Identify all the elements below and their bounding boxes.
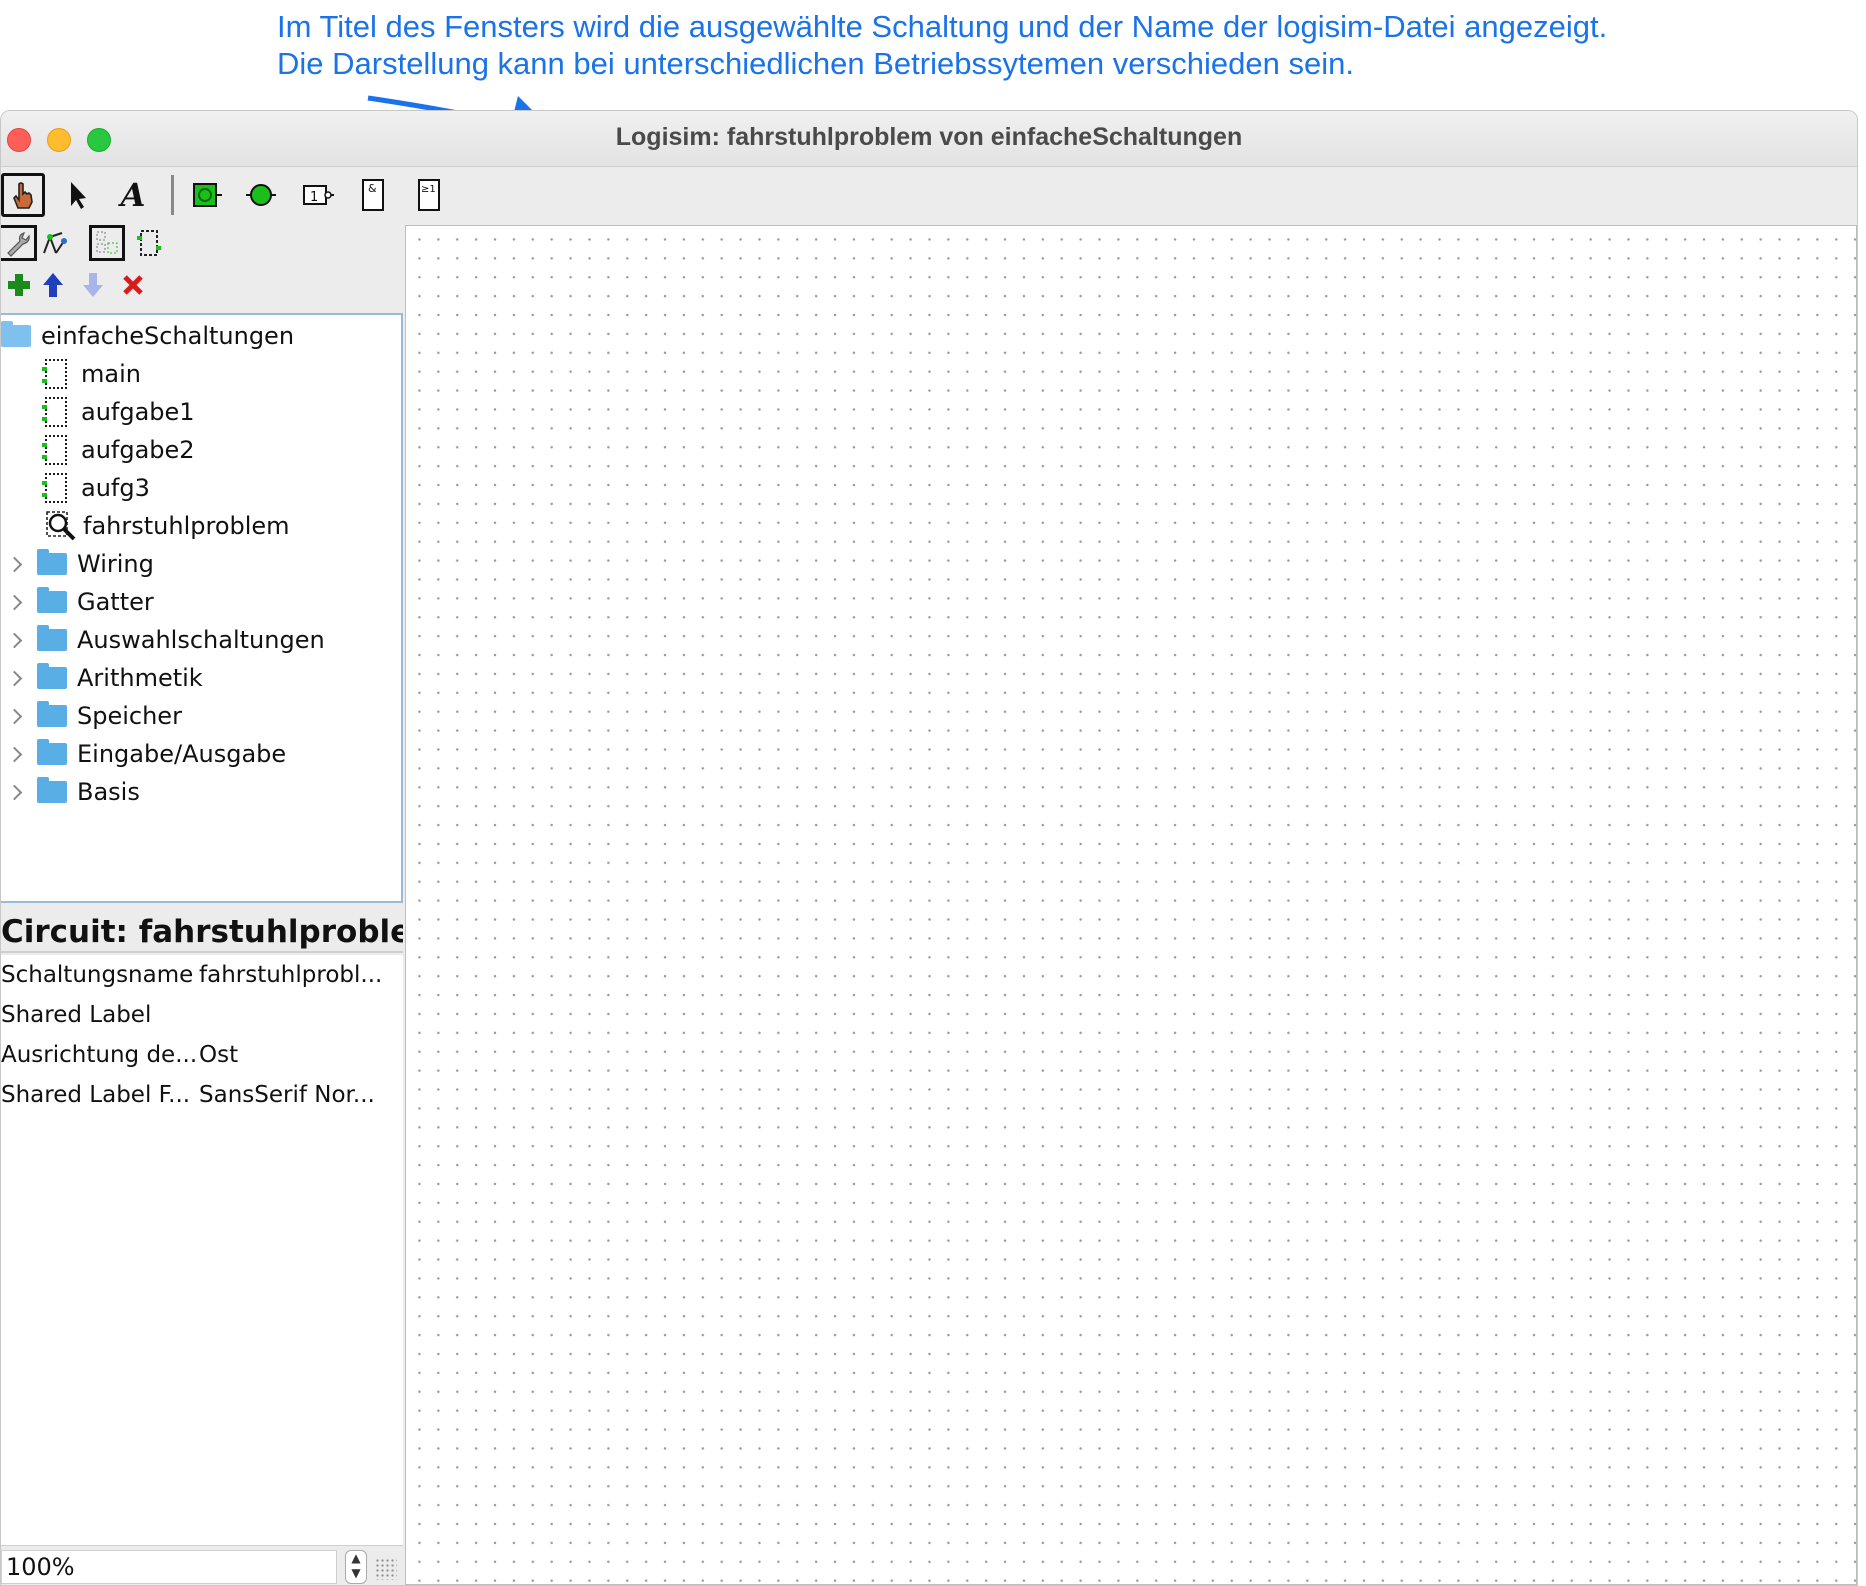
zoom-bar: 100% ▲ ▼ (1, 1545, 403, 1585)
text-a-icon: A (120, 176, 146, 214)
circuit-icon (42, 435, 67, 465)
or-gate-button[interactable]: ≥1 (407, 173, 451, 217)
view-toolbar (1, 223, 403, 263)
or-gate-icon: ≥1 (418, 179, 440, 211)
grid-toggle-icon[interactable] (375, 1558, 397, 1580)
folder-icon (37, 663, 67, 689)
output-pin-button[interactable] (239, 173, 283, 217)
simulation-view-button[interactable] (37, 225, 73, 261)
arrow-cursor-icon (71, 182, 86, 209)
circuit-icon (42, 473, 67, 503)
attribute-row-facing[interactable]: Ausrichtung de... Ost (1, 1035, 403, 1075)
annotation-line-2: Die Darstellung kann bei unterschiedlich… (277, 46, 1354, 81)
tree-library-wiring[interactable]: Wiring (1, 545, 154, 583)
project-edit-toolbar (1, 265, 403, 305)
title-bar[interactable]: Logisim: fahrstuhlproblem von einfacheSc… (1, 111, 1857, 167)
hand-icon (13, 182, 33, 209)
wrench-icon (6, 232, 30, 257)
tree-circuit-aufgabe2[interactable]: aufgabe2 (42, 431, 195, 469)
circuit-icon (42, 359, 67, 389)
chevron-right-icon[interactable] (7, 697, 21, 735)
move-down-button[interactable] (75, 267, 111, 303)
folder-icon (37, 625, 67, 651)
layout-view-button[interactable] (89, 225, 125, 261)
close-icon (123, 275, 143, 295)
output-pin-icon (246, 184, 276, 206)
input-pin-icon (193, 183, 222, 207)
and-gate-button[interactable]: & (351, 173, 395, 217)
delete-circuit-button[interactable] (115, 267, 151, 303)
chevron-up-icon[interactable]: ▲ (346, 1551, 366, 1566)
folder-icon (37, 587, 67, 613)
tree-library-gatter[interactable]: Gatter (1, 583, 154, 621)
svg-text:&: & (368, 182, 377, 195)
tree-root-project[interactable]: einfacheSchaltungen (1, 317, 294, 355)
window-title: Logisim: fahrstuhlproblem von einfacheSc… (615, 123, 1243, 151)
svg-text:1: 1 (310, 190, 318, 205)
not-gate-icon: 1 (303, 185, 334, 205)
attribute-row-circuit-name[interactable]: Schaltungsname fahrstuhlprobl... (1, 955, 403, 995)
tree-circuit-main[interactable]: main (42, 355, 141, 393)
tree-library-speicher[interactable]: Speicher (1, 697, 182, 735)
chevron-right-icon[interactable] (7, 773, 21, 811)
appearance-view-button[interactable] (131, 225, 167, 261)
folder-icon (37, 701, 67, 727)
tree-library-eingabe-ausgabe[interactable]: Eingabe/Ausgabe (1, 735, 286, 773)
left-panel: einfacheSchaltungen main aufgabe1 aufgab… (1, 223, 403, 1585)
tree-library-basis[interactable]: Basis (1, 773, 140, 811)
magnifier-icon (46, 511, 76, 541)
explorer-tree: einfacheSchaltungen main aufgabe1 aufgab… (1, 313, 403, 903)
arrow-down-icon (83, 273, 103, 297)
plus-icon (8, 274, 30, 296)
chevron-right-icon[interactable] (7, 735, 21, 773)
arrow-up-icon (43, 273, 63, 297)
chevron-right-icon[interactable] (7, 659, 21, 697)
attribute-table: Schaltungsname fahrstuhlprobl... Shared … (1, 955, 403, 1545)
annotation-text: Im Titel des Fensters wird die ausgewähl… (277, 8, 1837, 82)
main-toolbar: A 1 & ≥1 (1, 167, 1857, 223)
attribute-row-shared-label[interactable]: Shared Label (1, 995, 403, 1035)
tree-circuit-aufgabe1[interactable]: aufgabe1 (42, 393, 195, 431)
chevron-down-icon[interactable]: ▼ (346, 1566, 366, 1581)
folder-icon (37, 549, 67, 575)
zoom-stepper[interactable]: ▲ ▼ (345, 1550, 367, 1584)
attribute-table-header: Circuit: fahrstuhlproble... (1, 911, 403, 953)
logisim-window: Logisim: fahrstuhlproblem von einfacheSc… (0, 110, 1858, 1586)
not-gate-button[interactable]: 1 (295, 173, 339, 217)
move-up-button[interactable] (35, 267, 71, 303)
add-circuit-button[interactable] (1, 267, 37, 303)
hand-poke-tool-button[interactable] (1, 173, 45, 217)
toolbar-separator (171, 175, 174, 215)
folder-icon (37, 739, 67, 765)
toolbox-view-button[interactable] (1, 225, 37, 261)
folder-icon (37, 777, 67, 803)
folder-open-icon (1, 321, 31, 347)
attribute-row-shared-label-font[interactable]: Shared Label F... SansSerif Nor... (1, 1075, 403, 1115)
circuit-canvas[interactable] (405, 225, 1857, 1585)
tree-library-auswahlschaltungen[interactable]: Auswahlschaltungen (1, 621, 325, 659)
tree-circuit-aufg3[interactable]: aufg3 (42, 469, 150, 507)
layout-icon (96, 231, 118, 254)
and-gate-icon: & (362, 179, 384, 211)
text-tool-button[interactable]: A (111, 173, 155, 217)
chevron-right-icon[interactable] (7, 583, 21, 621)
circuit-icon (42, 397, 67, 427)
zoom-input[interactable]: 100% (1, 1550, 337, 1584)
appearance-icon (137, 230, 161, 256)
tree-circuit-fahrstuhlproblem[interactable]: fahrstuhlproblem (45, 507, 290, 545)
annotation-line-1: Im Titel des Fensters wird die ausgewähl… (277, 9, 1608, 44)
input-pin-button[interactable] (185, 173, 229, 217)
select-tool-button[interactable] (55, 173, 99, 217)
tree-library-arithmetik[interactable]: Arithmetik (1, 659, 203, 697)
chevron-right-icon[interactable] (7, 545, 21, 583)
svg-text:≥1: ≥1 (421, 184, 436, 195)
chevron-right-icon[interactable] (7, 621, 21, 659)
simulation-tree-icon (43, 232, 67, 254)
